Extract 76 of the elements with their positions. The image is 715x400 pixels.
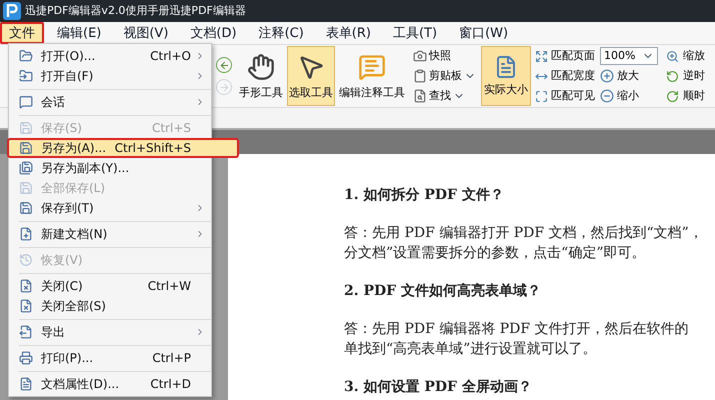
question-heading: 2. PDF 文件如何高亮表单域？	[344, 282, 542, 301]
menu-item[interactable]: 关闭(C) Ctrl+W	[9, 276, 211, 296]
menu-bar-item[interactable]: 文档(D)	[181, 22, 246, 44]
app-logo-icon	[3, 2, 21, 20]
tool-button[interactable]: 编辑注释工具	[337, 46, 407, 106]
shortcut-text: Ctrl+W	[148, 278, 191, 295]
question-heading: 1. 如何拆分 PDF 文件？	[344, 186, 505, 205]
history-icon	[19, 253, 33, 267]
menu-bar-item[interactable]: 窗口(W)	[450, 22, 518, 44]
document-search-icon	[413, 89, 427, 103]
answer-paragraph: 答：先用 PDF 编辑器打开 PDF 文档，然后找到“文档”， 分文档”设置需要拆分的参数，点击“确定”即可。	[344, 224, 704, 263]
expand-icon	[535, 50, 548, 62]
menu-item[interactable]: 打开自(F)	[9, 66, 211, 86]
menu-item[interactable]: 关闭全部(S)	[9, 296, 211, 316]
menu-bar-item[interactable]: 编辑(E)	[48, 22, 110, 44]
menu-bar-item[interactable]: 表单(R)	[316, 22, 380, 44]
toolbar-button[interactable]: 顺时	[664, 87, 705, 105]
clipboard-icon	[413, 69, 427, 83]
camera-icon	[413, 49, 427, 63]
shortcut-text: Ctrl+P	[152, 350, 191, 367]
document-icon	[19, 377, 33, 391]
toolbar-button[interactable]: 放大	[600, 67, 658, 85]
menu-item[interactable]: 导出	[9, 322, 211, 342]
menu-item[interactable]: 文档属性(D)... Ctrl+D	[9, 374, 211, 394]
close-file-icon	[19, 299, 33, 313]
close-file-icon	[19, 279, 33, 293]
actual-size-button[interactable]: 实际大小	[481, 46, 531, 106]
menu-item[interactable]: 新建文档(N)	[9, 224, 211, 244]
tool-button[interactable]: 手形工具	[237, 46, 285, 106]
menu-bar-item[interactable]: 视图(V)	[114, 22, 178, 44]
toolbar-button[interactable]: 匹配可见	[535, 87, 595, 105]
window-title: 迅捷PDF编辑器v2.0使用手册迅捷PDF编辑器	[25, 2, 246, 19]
right-arrow-icon	[218, 82, 230, 92]
frame-corners-icon	[535, 90, 548, 102]
rotate-right-icon	[664, 88, 680, 104]
menu-item[interactable]: 保存到(T)	[9, 198, 211, 218]
menu-bar-item[interactable]: 文件	[0, 22, 44, 44]
menu-item[interactable]: 另存为(A)... Ctrl+Shift+S	[7, 138, 239, 158]
zoom-in-icon	[664, 48, 680, 64]
plus-circle-icon	[600, 69, 614, 83]
toolbar-button[interactable]: 逆时	[664, 67, 705, 85]
zoom-field[interactable]: 100%	[600, 47, 658, 65]
shortcut-text: Ctrl+D	[150, 376, 191, 393]
folder-icon	[19, 49, 33, 63]
shortcut-text: Ctrl+Shift+S	[114, 140, 191, 157]
toolbar-button[interactable]: 剪贴板	[413, 67, 476, 85]
menu-bar-item[interactable]: 注释(C)	[250, 22, 313, 44]
menu-item[interactable]: 打印(P)... Ctrl+P	[9, 348, 211, 368]
tool-button[interactable]: 选取工具	[287, 46, 335, 106]
answer-paragraph: 答：先用 PDF 编辑器将 PDF 文件打开，然后在软件的 单找到“高亮表单域”进行设置就可以了。	[344, 320, 690, 359]
folder-icon	[19, 69, 33, 83]
menu-item[interactable]: 打开(O)... Ctrl+O	[9, 46, 211, 66]
menu-bar-item[interactable]: 工具(T)	[384, 22, 446, 44]
left-arrow-icon	[218, 60, 230, 70]
toolbar-button[interactable]: 缩小	[600, 87, 658, 105]
floppy-disk-icon	[19, 161, 33, 175]
new-file-icon	[19, 227, 33, 241]
chat-icon	[19, 95, 33, 109]
shortcut-text: Ctrl+S	[152, 120, 191, 137]
printer-icon	[19, 351, 33, 365]
question-heading: 3. 如何设置 PDF 全屏动画？	[344, 378, 533, 397]
export-icon	[19, 325, 33, 339]
toolbar-button[interactable]: 缩放	[664, 47, 705, 65]
toolbar-button[interactable]: 快照	[413, 47, 476, 65]
toolbar-button[interactable]: 匹配页面	[535, 47, 595, 65]
comment-icon	[358, 52, 386, 80]
page-icon	[494, 54, 518, 80]
minus-circle-icon	[600, 89, 614, 103]
hand-icon	[247, 52, 275, 80]
toolbar-button[interactable]: 匹配宽度	[535, 67, 595, 85]
menu-item[interactable]: 另存为副本(Y)...	[9, 158, 211, 178]
toolbar-button[interactable]: 查找	[413, 87, 476, 105]
rotate-left-icon	[664, 68, 680, 84]
shortcut-text: Ctrl+O	[150, 48, 191, 65]
menu-item[interactable]: 会话	[9, 92, 211, 112]
back-button[interactable]	[216, 57, 232, 73]
